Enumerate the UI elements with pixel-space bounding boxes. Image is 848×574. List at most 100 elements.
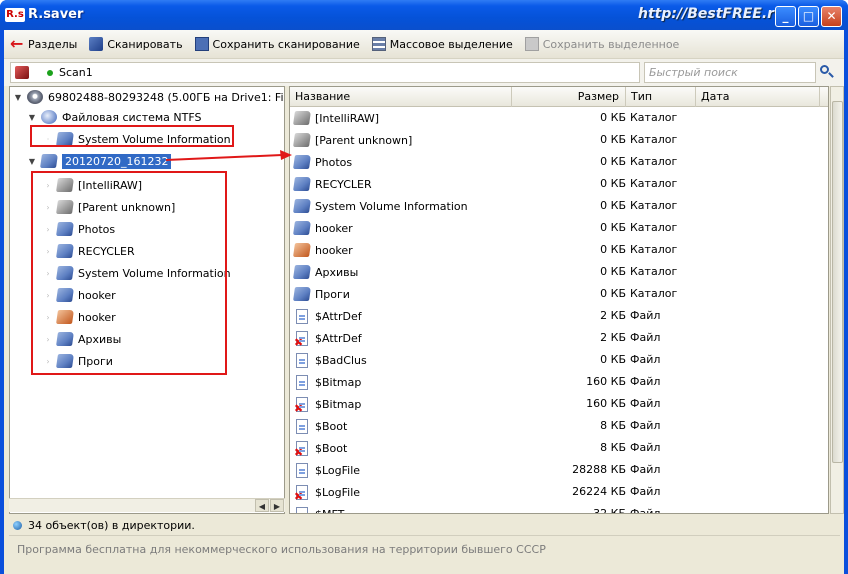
list-item-name-cell: Проги (293, 283, 350, 305)
list-item-name-cell: hooker (293, 217, 353, 239)
folder-icon (293, 177, 311, 191)
list-item-size: 26224 КБ (572, 485, 626, 498)
orange-folder-icon (293, 243, 311, 257)
list-item-type: Файл (630, 375, 661, 388)
expand-icon[interactable]: › (43, 357, 53, 366)
tree-node-child[interactable]: › Photos (43, 219, 115, 239)
folder-icon (293, 287, 311, 301)
address-field[interactable]: Scan1 (10, 62, 640, 83)
file-icon (296, 462, 308, 478)
list-item-size: 160 КБ (586, 397, 626, 410)
tree-node-child[interactable]: › [IntelliRAW] (43, 175, 142, 195)
partitions-button[interactable]: ← Разделы (4, 33, 83, 55)
expand-icon[interactable]: › (43, 269, 53, 278)
tree-node-child[interactable]: › Проги (43, 351, 113, 371)
list-item[interactable]: Photos 0 КБ Каталог (290, 151, 828, 173)
minimize-button[interactable]: _ (775, 6, 796, 27)
file-icon: ✖ (294, 396, 308, 414)
folder-icon (293, 221, 311, 235)
save-selected-button[interactable]: Сохранить выделенное (519, 33, 686, 55)
maximize-button[interactable]: □ (798, 6, 819, 27)
tree-node-child[interactable]: › RECYCLER (43, 241, 135, 261)
scan-button[interactable]: Сканировать (83, 33, 188, 55)
tree-horizontal-scrollbar[interactable]: ◀ ▶ (9, 498, 285, 512)
save-scan-button[interactable]: Сохранить сканирование (189, 33, 366, 55)
folder-tree[interactable]: ▼ 69802488-80293248 (5.00ГБ на Drive1: F… (9, 86, 285, 514)
list-item-size: 0 КБ (600, 111, 626, 124)
list-item-type: Файл (630, 309, 661, 322)
close-button[interactable]: ✕ (821, 6, 842, 27)
list-item[interactable]: ✖ $AttrDef 2 КБ Файл (290, 327, 828, 349)
tree-node-disk[interactable]: ▼ 69802488-80293248 (5.00ГБ на Drive1: F… (13, 87, 284, 107)
file-icon (296, 374, 308, 390)
expand-icon[interactable]: › (43, 313, 53, 322)
address-bar: Scan1 Быстрый поиск (4, 58, 844, 86)
list-item[interactable]: Архивы 0 КБ Каталог (290, 261, 828, 283)
list-item[interactable]: hooker 0 КБ Каталог (290, 217, 828, 239)
list-item-name: $Boot (315, 419, 348, 433)
tree-node-scan[interactable]: ▼ 20120720_161232 (27, 151, 172, 171)
expand-icon[interactable]: › (43, 247, 53, 256)
list-item[interactable]: $AttrDef 2 КБ Файл (290, 305, 828, 327)
expand-icon[interactable]: › (43, 291, 53, 300)
tree-node-fs[interactable]: ▼ Файловая система NTFS (27, 107, 201, 127)
file-icon: ✖ (294, 440, 308, 459)
column-size[interactable]: Размер (512, 87, 626, 107)
deleted-mark-icon: ✖ (294, 445, 304, 459)
list-item[interactable]: System Volume Information 0 КБ Каталог (290, 195, 828, 217)
column-type[interactable]: Тип (626, 87, 696, 107)
tree-node-svi[interactable]: · System Volume Information (43, 129, 231, 149)
list-item[interactable]: [IntelliRAW] 0 КБ Каталог (290, 107, 828, 129)
list-item-name-cell: hooker (293, 239, 353, 261)
list-item[interactable]: $Bitmap 160 КБ Файл (290, 371, 828, 393)
list-item[interactable]: ✖ $Bitmap 160 КБ Файл (290, 393, 828, 415)
column-date[interactable]: Дата (696, 87, 820, 107)
tree-node-child[interactable]: › Архивы (43, 329, 121, 349)
file-list[interactable]: Название Размер Тип Дата [IntelliRAW] 0 К… (289, 86, 829, 514)
list-item-name-cell: $MFT (294, 503, 344, 513)
info-bar: Программа бесплатна для некоммерческого … (9, 535, 840, 565)
list-item-name: $BadClus (315, 353, 367, 367)
list-item-name-cell: [Parent unknown] (293, 129, 412, 151)
list-item[interactable]: RECYCLER 0 КБ Каталог (290, 173, 828, 195)
scroll-left-icon[interactable]: ◀ (255, 499, 269, 512)
column-name[interactable]: Название (290, 87, 512, 107)
file-icon (296, 308, 308, 324)
mass-select-button[interactable]: Массовое выделение (366, 33, 519, 55)
list-item-name: [IntelliRAW] (315, 111, 380, 125)
list-item-type: Каталог (630, 177, 678, 190)
scroll-thumb[interactable] (832, 101, 843, 463)
collapse-icon[interactable]: ▼ (13, 93, 23, 102)
collapse-icon[interactable]: ▼ (27, 113, 37, 122)
list-item-name: hooker (315, 243, 353, 257)
list-item[interactable]: ✖ $LogFile 26224 КБ Файл (290, 481, 828, 503)
list-vertical-scrollbar[interactable] (830, 86, 844, 514)
list-item[interactable]: $MFT 32 КБ Файл (290, 503, 828, 513)
title-bar[interactable]: R.s R.saver http://BestFREE.ru _ □ ✕ (0, 0, 848, 30)
list-item-name: $Bitmap (315, 375, 362, 389)
list-item[interactable]: ✖ $Boot 8 КБ Файл (290, 437, 828, 459)
list-item[interactable]: [Parent unknown] 0 КБ Каталог (290, 129, 828, 151)
tree-node-child[interactable]: › System Volume Information (43, 263, 231, 283)
collapse-icon[interactable]: ▼ (27, 157, 37, 166)
list-item[interactable]: $Boot 8 КБ Файл (290, 415, 828, 437)
list-item[interactable]: hooker 0 КБ Каталог (290, 239, 828, 261)
expand-icon[interactable]: › (43, 225, 53, 234)
status-text: 34 объект(ов) в директории. (28, 518, 195, 532)
list-item[interactable]: $LogFile 28288 КБ Файл (290, 459, 828, 481)
app-window: R.s R.saver http://BestFREE.ru _ □ ✕ ← Р… (0, 0, 848, 574)
expand-icon[interactable]: › (43, 335, 53, 344)
list-item-name-cell: $Bitmap (294, 371, 361, 393)
search-button[interactable] (819, 64, 835, 80)
expand-icon[interactable]: › (43, 203, 53, 212)
tree-node-child[interactable]: › [Parent unknown] (43, 197, 175, 217)
list-item-type: Каталог (630, 243, 678, 256)
tree-node-child[interactable]: › hooker (43, 285, 116, 305)
tree-node-child[interactable]: › hooker (43, 307, 116, 327)
list-item[interactable]: $BadClus 0 КБ Файл (290, 349, 828, 371)
save-icon (194, 37, 209, 51)
expand-icon[interactable]: › (43, 181, 53, 190)
list-item[interactable]: Проги 0 КБ Каталог (290, 283, 828, 305)
scroll-right-icon[interactable]: ▶ (270, 499, 284, 512)
quick-search-input[interactable]: Быстрый поиск (644, 62, 816, 83)
